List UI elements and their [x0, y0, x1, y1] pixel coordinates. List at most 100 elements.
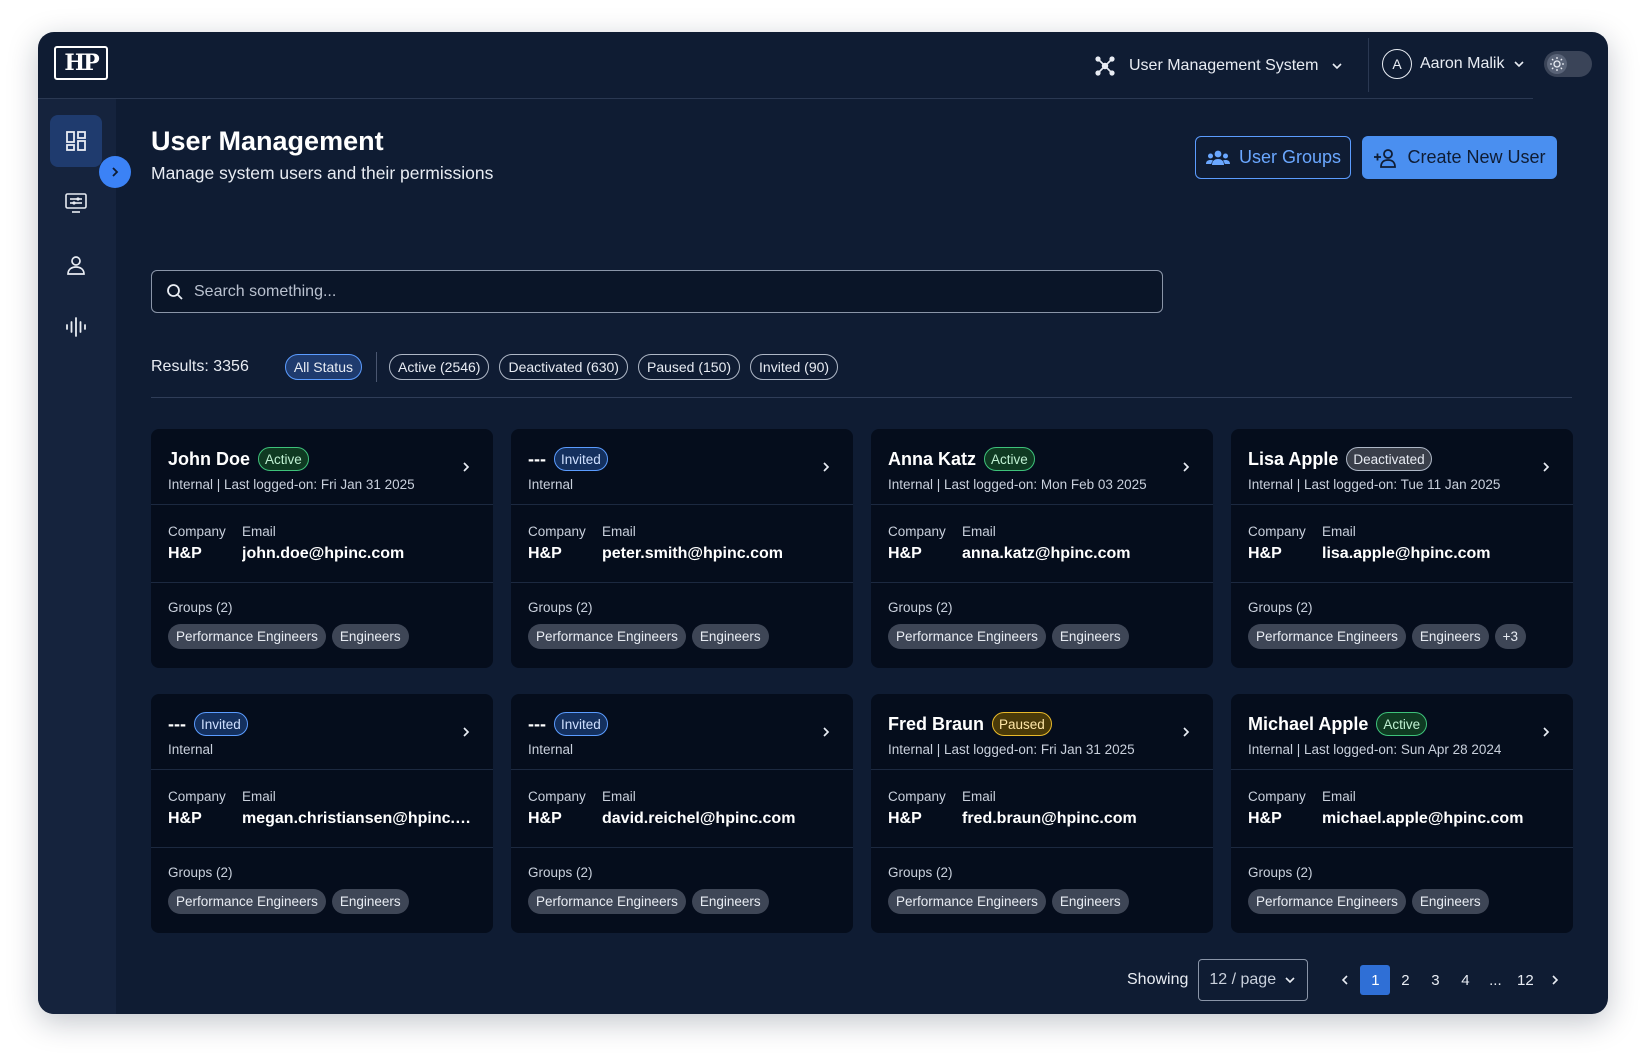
user-card-groups: Groups (2) Performance Engineers Engineer… — [871, 848, 1213, 914]
email-field: Email david.reichel@hpinc.com — [602, 789, 836, 847]
system-selector[interactable]: User Management System — [1093, 50, 1344, 82]
avatar: A — [1382, 49, 1412, 79]
email-value: peter.smith@hpinc.com — [602, 545, 783, 562]
main-content: User Management Manage system users and … — [151, 99, 1574, 1014]
user-name-row: John Doe Active — [168, 445, 476, 473]
users-group-icon — [1205, 150, 1230, 165]
email-value: lisa.apple@hpinc.com — [1322, 545, 1491, 562]
page-button-3[interactable]: 3 — [1420, 965, 1450, 995]
user-groups-button[interactable]: User Groups — [1195, 136, 1351, 179]
group-tags: Performance Engineers Engineers +3 — [1248, 624, 1556, 649]
user-card[interactable]: --- Invited Internal Company H&P Email p… — [511, 429, 853, 668]
status-badge: Invited — [553, 712, 608, 736]
page-button-4[interactable]: 4 — [1450, 965, 1480, 995]
user-card-meta: Internal | Last logged-on: Fri Jan 31 20… — [888, 742, 1135, 757]
open-user-chevron[interactable] — [1541, 727, 1551, 737]
sidebar-expand-button[interactable] — [99, 156, 131, 188]
page-button-2[interactable]: 2 — [1390, 965, 1420, 995]
user-card-groups: Groups (2) Performance Engineers Engineer… — [871, 583, 1213, 649]
system-hub-icon — [1095, 56, 1115, 76]
open-user-chevron[interactable] — [821, 727, 831, 737]
open-user-chevron[interactable] — [461, 462, 471, 472]
group-tag: Performance Engineers — [528, 889, 686, 914]
user-card[interactable]: --- Invited Internal Company H&P Email d… — [511, 694, 853, 933]
group-tag: Engineers — [331, 624, 409, 649]
open-user-chevron[interactable] — [461, 727, 471, 737]
filter-chip-deactivated[interactable]: Deactivated (630) — [499, 354, 628, 380]
user-card[interactable]: Fred Braun Paused Internal | Last logged… — [871, 694, 1213, 933]
user-card-header: Anna Katz Active Internal | Last logged-… — [871, 429, 1213, 505]
theme-toggle[interactable] — [1544, 51, 1592, 77]
group-tags: Performance Engineers Engineers — [168, 624, 476, 649]
user-card-groups: Groups (2) Performance Engineers Engineer… — [151, 848, 493, 914]
email-label: Email — [242, 524, 276, 539]
email-field: Email peter.smith@hpinc.com — [602, 524, 836, 582]
page-size-select[interactable]: 12 / page — [1198, 959, 1309, 1001]
chevron-down-icon — [1332, 63, 1342, 70]
prev-page-button[interactable] — [1330, 965, 1360, 995]
group-tag: Engineers — [1411, 624, 1489, 649]
user-name: Aaron Malik — [1420, 55, 1505, 72]
open-user-chevron[interactable] — [821, 462, 831, 472]
chevron-right-icon — [463, 462, 470, 472]
filter-chip-invited[interactable]: Invited (90) — [750, 354, 839, 380]
filter-divider — [375, 352, 377, 382]
company-label: Company — [1248, 789, 1306, 804]
open-user-chevron[interactable] — [1181, 462, 1191, 472]
user-card-header: Lisa Apple Deactivated Internal | Last l… — [1231, 429, 1573, 505]
search-bar[interactable] — [151, 270, 1163, 313]
user-card-header: Michael Apple Active Internal | Last log… — [1231, 694, 1573, 770]
filter-chip-all-status[interactable]: All Status — [284, 354, 362, 380]
dashboard-icon — [66, 131, 86, 151]
user-card[interactable]: Lisa Apple Deactivated Internal | Last l… — [1231, 429, 1573, 668]
sidebar-item-monitor[interactable] — [50, 177, 102, 229]
company-value: H&P — [528, 545, 562, 562]
group-tag: Performance Engineers — [528, 624, 686, 649]
user-card[interactable]: John Doe Active Internal | Last logged-o… — [151, 429, 493, 668]
email-field: Email michael.apple@hpinc.com — [1322, 789, 1556, 847]
company-field: Company H&P — [168, 524, 226, 582]
company-value: H&P — [168, 545, 202, 562]
user-card[interactable]: Anna Katz Active Internal | Last logged-… — [871, 429, 1213, 668]
next-page-button[interactable] — [1540, 965, 1570, 995]
open-user-chevron[interactable] — [1181, 727, 1191, 737]
company-field: Company H&P — [888, 789, 946, 847]
user-name-row: --- Invited — [528, 710, 836, 738]
chevron-right-icon — [1183, 462, 1190, 472]
sidebar-item-dashboard[interactable] — [50, 115, 102, 167]
email-field: Email john.doe@hpinc.com — [242, 524, 476, 582]
user-card-header: --- Invited Internal — [151, 694, 493, 770]
group-tags: Performance Engineers Engineers — [168, 889, 476, 914]
group-tags: Performance Engineers Engineers — [528, 889, 836, 914]
filter-chip-paused[interactable]: Paused (150) — [637, 354, 741, 380]
page-size-value: 12 / page — [1209, 971, 1277, 988]
user-card[interactable]: --- Invited Internal Company H&P Email m… — [151, 694, 493, 933]
page-button-12[interactable]: 12 — [1510, 965, 1540, 995]
sidebar-item-users[interactable] — [50, 239, 102, 291]
search-input[interactable] — [194, 282, 1134, 301]
user-card-meta: Internal | Last logged-on: Mon Feb 03 20… — [888, 477, 1147, 492]
audio-wave-icon — [66, 317, 86, 337]
group-tag: Engineers — [691, 624, 769, 649]
create-new-user-button[interactable]: Create New User — [1362, 136, 1557, 179]
chevron-right-icon — [1543, 727, 1550, 737]
group-tags: Performance Engineers Engineers — [528, 624, 836, 649]
sidebar-item-audio[interactable] — [50, 301, 102, 353]
chevron-right-icon — [1543, 462, 1550, 472]
company-logo[interactable]: HP — [54, 46, 108, 80]
company-field: Company H&P — [528, 524, 586, 582]
filter-chip-active[interactable]: Active (2546) — [388, 354, 490, 380]
user-card-details: Company H&P Email megan.christiansen@hpi… — [151, 770, 493, 848]
user-card-meta: Internal | Last logged-on: Sun Apr 28 20… — [1248, 742, 1502, 757]
user-card-details: Company H&P Email john.doe@hpinc.com — [151, 505, 493, 583]
company-value: H&P — [888, 545, 922, 562]
group-tags: Performance Engineers Engineers — [888, 624, 1196, 649]
page-button-1[interactable]: 1 — [1360, 965, 1391, 995]
open-user-chevron[interactable] — [1541, 462, 1551, 472]
chevron-right-icon — [823, 727, 830, 737]
user-menu[interactable]: A Aaron Malik — [1382, 48, 1526, 80]
chevron-right-icon — [1183, 727, 1190, 737]
status-badge: Active — [1376, 712, 1428, 736]
user-card-meta: Internal — [168, 742, 214, 757]
user-card[interactable]: Michael Apple Active Internal | Last log… — [1231, 694, 1573, 933]
